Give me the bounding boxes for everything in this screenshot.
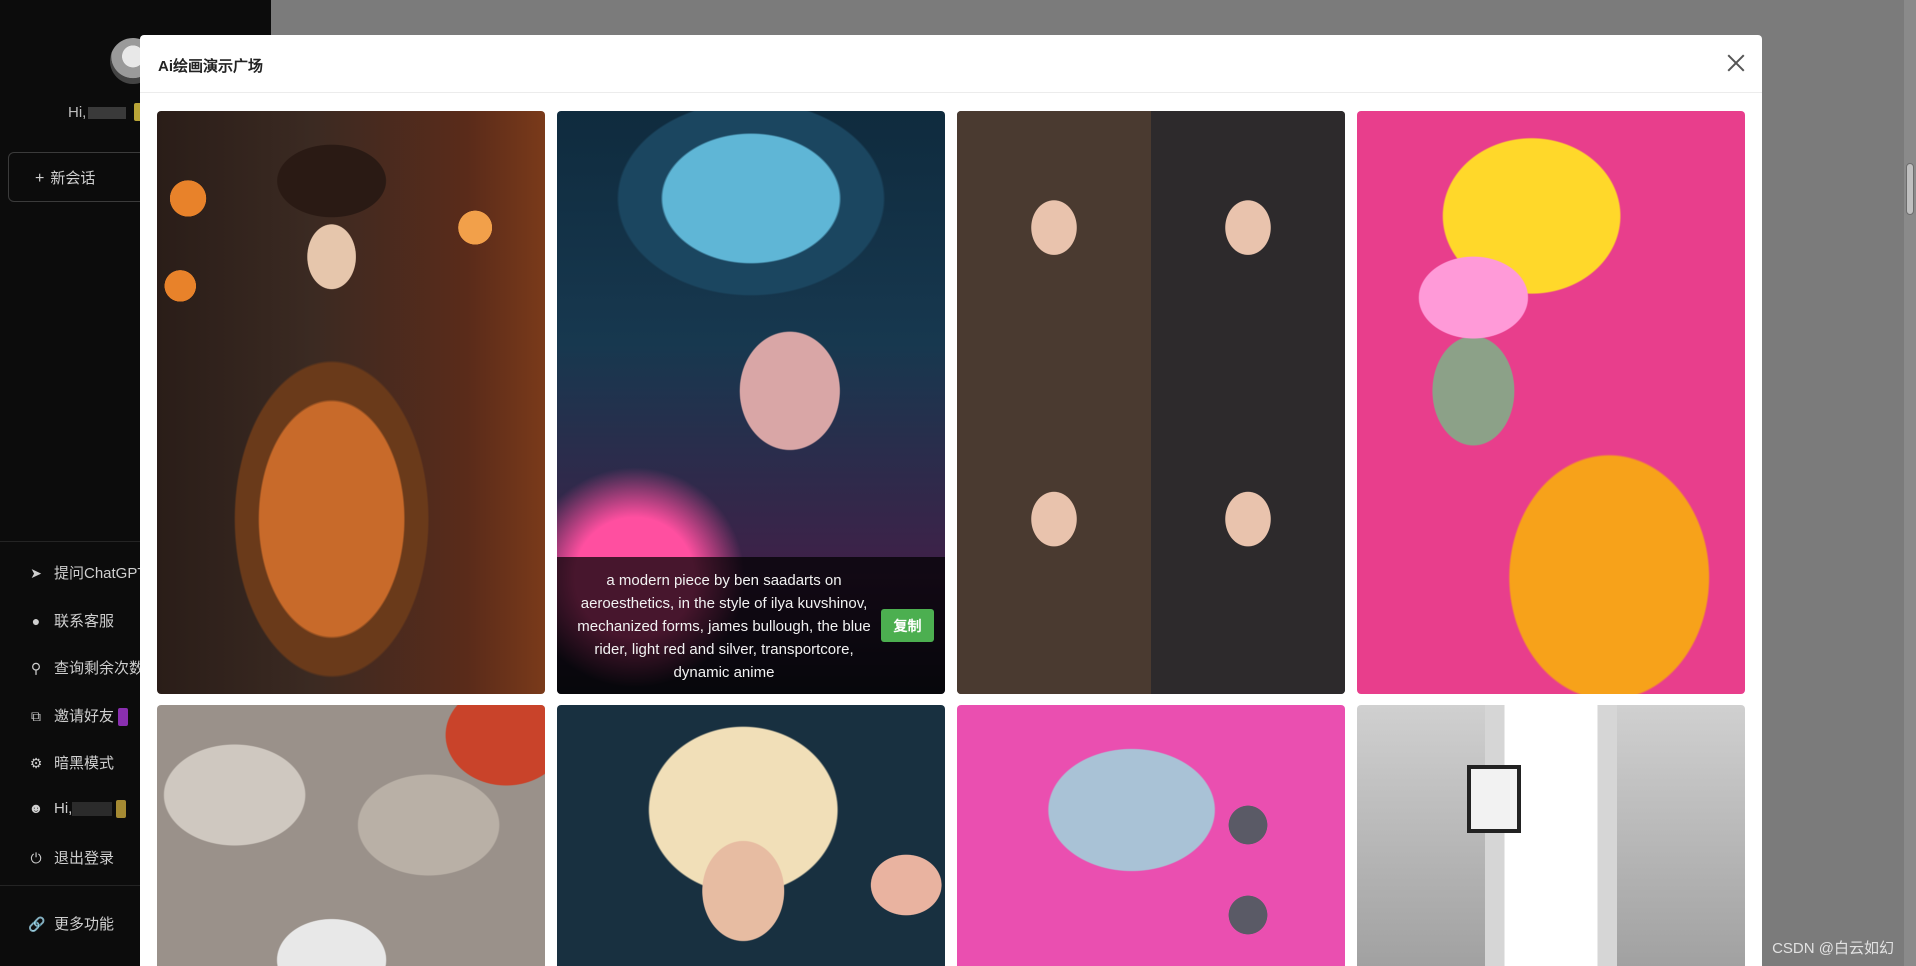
- sidebar-item-ask-chatgpt[interactable]: ➤ 提问ChatGPT: [28, 562, 147, 583]
- artwork-image: [557, 705, 945, 966]
- modal-header: Ai绘画演示广场: [140, 35, 1762, 93]
- link-icon: 🔗: [28, 916, 46, 932]
- sidebar-item-label: 查询剩余次数: [54, 660, 145, 677]
- user-icon: ☻: [28, 800, 44, 816]
- greeting-text: Hi,: [68, 104, 87, 121]
- watermark: CSDN @白云如幻: [1772, 940, 1894, 957]
- gallery-card-four-portraits[interactable]: [957, 111, 1345, 694]
- new-chat-label: 新会话: [50, 170, 96, 187]
- artwork-image: [157, 111, 545, 694]
- gallery-card-helmet-girl[interactable]: a modern piece by ben saadarts on aeroes…: [557, 111, 945, 694]
- sidebar-item-label: 提问ChatGPT: [54, 565, 147, 582]
- new-chat-button[interactable]: + 新会话: [8, 152, 158, 202]
- invite-badge: [118, 708, 129, 727]
- gallery-card-headphones-girl[interactable]: [1357, 111, 1745, 694]
- gallery-card-blonde-portrait[interactable]: [557, 705, 945, 966]
- send-icon: ➤: [30, 565, 42, 581]
- copy-button[interactable]: 复制: [881, 609, 934, 642]
- gear-icon: ⚙: [29, 755, 43, 771]
- prompt-overlay: a modern piece by ben saadarts on aeroes…: [557, 557, 945, 694]
- scrollbar-thumb[interactable]: [1906, 163, 1914, 215]
- artwork-image: [1357, 705, 1745, 966]
- sidebar-item-dark-mode[interactable]: ⚙ 暗黑模式: [28, 752, 114, 773]
- artwork-image: [1357, 111, 1745, 694]
- modal-title: Ai绘画演示广场: [158, 58, 264, 75]
- sidebar-item-query-remaining[interactable]: ⚲ 查询剩余次数: [28, 657, 144, 678]
- sidebar-item-label: Hi,: [54, 800, 73, 817]
- close-icon[interactable]: [1724, 51, 1748, 75]
- sidebar-item-label: 联系客服: [54, 613, 115, 630]
- greeting: Hi,: [68, 104, 127, 121]
- prompt-text: a modern piece by ben saadarts on aeroes…: [577, 572, 871, 681]
- share-icon: ⧉: [31, 708, 41, 724]
- sidebar-item-user[interactable]: ☻ Hi,: [28, 800, 127, 819]
- sidebar-item-label: 更多功能: [54, 916, 115, 933]
- gallery-card-hanfu-portrait[interactable]: [157, 111, 545, 694]
- user-badge: [116, 800, 127, 819]
- sidebar-item-label: 退出登录: [54, 850, 115, 867]
- sidebar-item-contact-support[interactable]: ● 联系客服: [28, 610, 114, 631]
- artwork-image: [957, 705, 1345, 966]
- redacted-name: [72, 802, 113, 817]
- sidebar-item-more-features[interactable]: 🔗 更多功能: [28, 913, 114, 934]
- sidebar-item-logout[interactable]: ⏻ 退出登录: [28, 847, 114, 868]
- artwork-image: [157, 705, 545, 966]
- gallery-modal: Ai绘画演示广场 a modern piece by ben saadarts …: [140, 35, 1762, 966]
- plus-icon: +: [35, 170, 45, 187]
- sidebar-item-label: 暗黑模式: [54, 755, 115, 772]
- gallery-card-robot-machine[interactable]: [957, 705, 1345, 966]
- gallery-card-smoke-elder[interactable]: [157, 705, 545, 966]
- search-icon: ⚲: [30, 660, 42, 676]
- gallery-card-living-room[interactable]: [1357, 705, 1745, 966]
- wechat-icon: ●: [31, 613, 41, 629]
- scrollbar[interactable]: [1904, 0, 1916, 966]
- power-icon: ⏻: [30, 850, 42, 866]
- redacted-name: [88, 107, 127, 120]
- artwork-image: [957, 111, 1345, 694]
- sidebar-item-label: 邀请好友: [54, 708, 115, 725]
- sidebar-item-invite-friends[interactable]: ⧉ 邀请好友: [28, 705, 129, 727]
